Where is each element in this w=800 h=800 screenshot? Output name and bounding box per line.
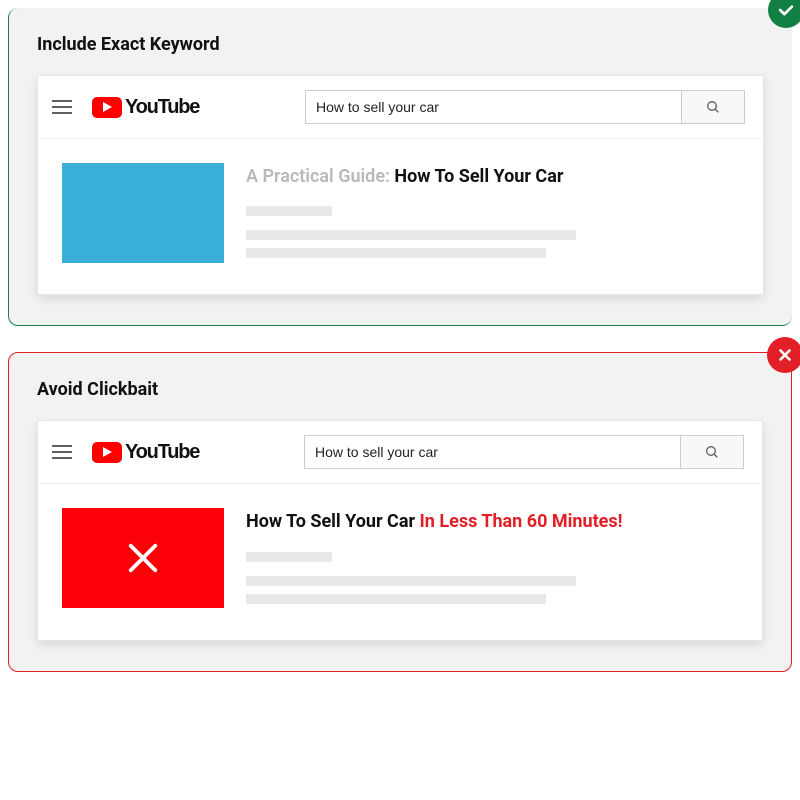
youtube-header: YouTube <box>38 76 763 139</box>
close-icon <box>776 346 794 364</box>
youtube-label: YouTube <box>125 441 199 464</box>
video-title[interactable]: How To Sell Your Car In Less Than 60 Min… <box>246 510 738 533</box>
skeleton-line <box>246 230 576 240</box>
bad-example-card: Avoid Clickbait YouTube Ho <box>8 352 792 671</box>
title-clickbait: In Less Than 60 Minutes! <box>420 511 623 532</box>
video-info: A Practical Guide: How To Sell Your Car <box>246 163 739 266</box>
skeleton-line <box>246 576 576 586</box>
hamburger-menu-icon[interactable] <box>52 100 72 114</box>
title-keyword: How To Sell Your Car <box>394 166 563 187</box>
youtube-frame-good: YouTube A Practical Guide: How To Sell Y… <box>37 75 764 295</box>
search-button[interactable] <box>680 435 744 469</box>
youtube-label: YouTube <box>125 96 199 119</box>
youtube-logo[interactable]: YouTube <box>92 96 199 119</box>
video-title[interactable]: A Practical Guide: How To Sell Your Car <box>246 165 739 188</box>
close-icon <box>122 537 164 579</box>
search-icon <box>705 99 721 115</box>
check-badge <box>768 0 800 28</box>
search-bar <box>305 90 745 124</box>
skeleton-line <box>246 594 546 604</box>
youtube-logo[interactable]: YouTube <box>92 441 199 464</box>
video-info: How To Sell Your Car In Less Than 60 Min… <box>246 508 738 611</box>
bad-card-title: Avoid Clickbait <box>37 379 763 400</box>
good-card-title: Include Exact Keyword <box>37 34 764 55</box>
skeleton-line <box>246 552 332 562</box>
title-keyword: How To Sell Your Car <box>246 511 420 532</box>
video-thumbnail[interactable] <box>62 508 224 608</box>
youtube-play-icon <box>92 442 122 463</box>
search-bar <box>304 435 744 469</box>
youtube-frame-bad: YouTube How To Sell Your Car In Less Tha… <box>37 420 763 640</box>
skeleton-line <box>246 206 332 216</box>
check-icon <box>776 0 796 20</box>
good-example-card: Include Exact Keyword YouTube A Practica… <box>8 8 792 326</box>
youtube-result-row: How To Sell Your Car In Less Than 60 Min… <box>38 484 762 639</box>
youtube-play-icon <box>92 97 122 118</box>
hamburger-menu-icon[interactable] <box>52 445 72 459</box>
search-button[interactable] <box>681 90 745 124</box>
search-input[interactable] <box>305 90 681 124</box>
youtube-result-row: A Practical Guide: How To Sell Your Car <box>38 139 763 294</box>
search-input[interactable] <box>304 435 680 469</box>
search-icon <box>704 444 720 460</box>
youtube-header: YouTube <box>38 421 762 484</box>
video-thumbnail[interactable] <box>62 163 224 263</box>
skeleton-line <box>246 248 546 258</box>
title-prefix: A Practical Guide: <box>246 166 394 187</box>
cross-badge <box>767 337 800 373</box>
